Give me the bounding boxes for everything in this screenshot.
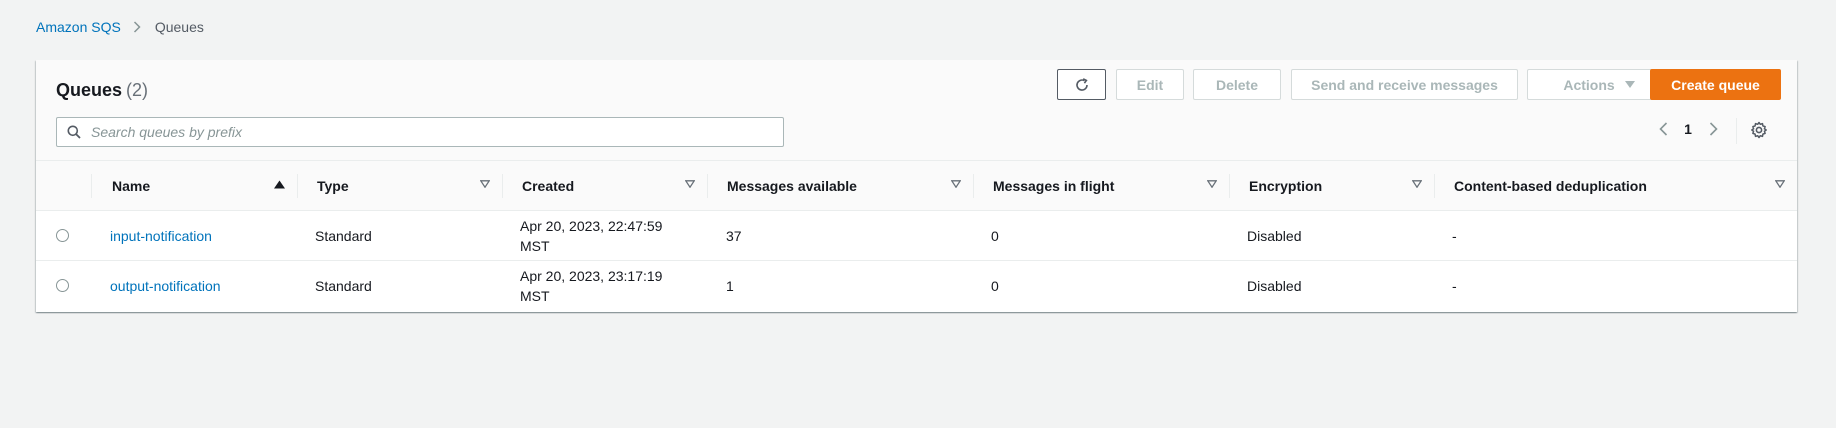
- column-header-encryption-label: Encryption: [1249, 178, 1323, 194]
- queue-type: Standard: [315, 278, 372, 294]
- column-header-messages-in-flight[interactable]: Messages in flight: [973, 161, 1229, 211]
- queue-name-link[interactable]: output-notification: [110, 278, 221, 294]
- content-based-deduplication: -: [1452, 278, 1457, 294]
- queue-name-link[interactable]: input-notification: [110, 228, 212, 244]
- column-header-type-label: Type: [317, 178, 349, 194]
- caret-down-icon: [1624, 80, 1635, 89]
- column-header-messages-available-label: Messages available: [727, 178, 857, 194]
- column-header-dedup-label: Content-based deduplication: [1454, 178, 1647, 194]
- gear-icon[interactable]: [1750, 121, 1768, 139]
- breadcrumb-link-amazon-sqs[interactable]: Amazon SQS: [36, 19, 121, 35]
- search-input[interactable]: [91, 124, 741, 140]
- send-receive-messages-button[interactable]: Send and receive messages: [1291, 69, 1518, 100]
- row-select-radio[interactable]: [56, 229, 69, 242]
- column-header-name[interactable]: Name: [92, 161, 297, 211]
- page-title: Queues (2): [56, 80, 148, 101]
- queues-panel-header: Queues (2) Edit Delete Send and receive m…: [36, 60, 1797, 161]
- column-header-created-label: Created: [522, 178, 575, 194]
- edit-button[interactable]: Edit: [1116, 69, 1184, 100]
- messages-in-flight: 0: [991, 228, 999, 244]
- queue-type: Standard: [315, 228, 372, 244]
- sort-icon: [480, 180, 490, 188]
- queue-created: Apr 20, 2023, 23:17:19 MST: [520, 261, 662, 311]
- previous-page-icon[interactable]: [1652, 122, 1674, 136]
- next-page-icon[interactable]: [1702, 122, 1724, 136]
- current-page-number[interactable]: 1: [1674, 121, 1702, 137]
- column-divider-line: [1229, 174, 1230, 198]
- sort-icon: [1207, 180, 1217, 188]
- column-divider-line: [973, 174, 974, 198]
- queue-name-cell: output-notification: [110, 261, 221, 311]
- queue-created-line1: Apr 20, 2023, 22:47:59: [520, 218, 663, 234]
- content-based-deduplication: -: [1452, 228, 1457, 244]
- sort-icon: [1412, 180, 1422, 188]
- messages-available: 37: [726, 228, 742, 244]
- queue-created-line2: MST: [520, 288, 550, 304]
- breadcrumb-current: Queues: [154, 19, 204, 35]
- page-title-text: Queues: [56, 80, 123, 100]
- messages-in-flight: 0: [991, 278, 999, 294]
- queue-created-line1: Apr 20, 2023, 23:17:19: [520, 268, 663, 284]
- refresh-button[interactable]: [1057, 69, 1106, 100]
- create-queue-button[interactable]: Create queue: [1650, 69, 1781, 100]
- pagination-divider: [1736, 118, 1737, 144]
- refresh-icon: [1074, 77, 1090, 93]
- search-box: [56, 117, 784, 147]
- queue-created: Apr 20, 2023, 22:47:59 MST: [520, 211, 662, 261]
- sort-ascending-icon: [274, 180, 285, 189]
- encryption-status: Disabled: [1247, 228, 1302, 244]
- queue-name-cell: input-notification: [110, 211, 212, 261]
- column-header-messages-in-flight-label: Messages in flight: [993, 178, 1115, 194]
- chevron-right-icon: [133, 21, 141, 33]
- queue-created-line2: MST: [520, 238, 550, 254]
- search-icon: [67, 125, 81, 139]
- actions-label: Actions: [1563, 76, 1615, 93]
- delete-button[interactable]: Delete: [1193, 69, 1281, 100]
- pagination: 1: [1652, 121, 1724, 137]
- table-row[interactable]: input-notification Standard Apr 20, 2023…: [36, 211, 1797, 261]
- sort-icon: [685, 180, 695, 188]
- encryption-status: Disabled: [1247, 278, 1302, 294]
- column-divider-line: [707, 174, 708, 198]
- table-header: Name Type Created Messages available Mes…: [36, 161, 1797, 211]
- queue-count: (2): [126, 80, 149, 100]
- queues-panel: Queues (2) Edit Delete Send and receive m…: [36, 60, 1797, 312]
- column-header-created[interactable]: Created: [502, 161, 707, 211]
- column-header-messages-available[interactable]: Messages available: [707, 161, 973, 211]
- column-header-content-based-deduplication[interactable]: Content-based deduplication: [1434, 161, 1797, 211]
- sort-icon: [1775, 180, 1785, 188]
- column-header-encryption[interactable]: Encryption: [1229, 161, 1434, 211]
- column-divider-line: [1434, 174, 1435, 198]
- sort-icon: [951, 180, 961, 188]
- column-header-type[interactable]: Type: [297, 161, 502, 211]
- column-divider-line: [297, 174, 298, 198]
- breadcrumb: Amazon SQS Queues: [36, 19, 204, 35]
- messages-available: 1: [726, 278, 734, 294]
- row-select-radio[interactable]: [56, 279, 69, 292]
- column-header-name-label: Name: [112, 178, 151, 194]
- column-divider-line: [502, 174, 503, 198]
- table-row[interactable]: output-notification Standard Apr 20, 202…: [36, 261, 1797, 311]
